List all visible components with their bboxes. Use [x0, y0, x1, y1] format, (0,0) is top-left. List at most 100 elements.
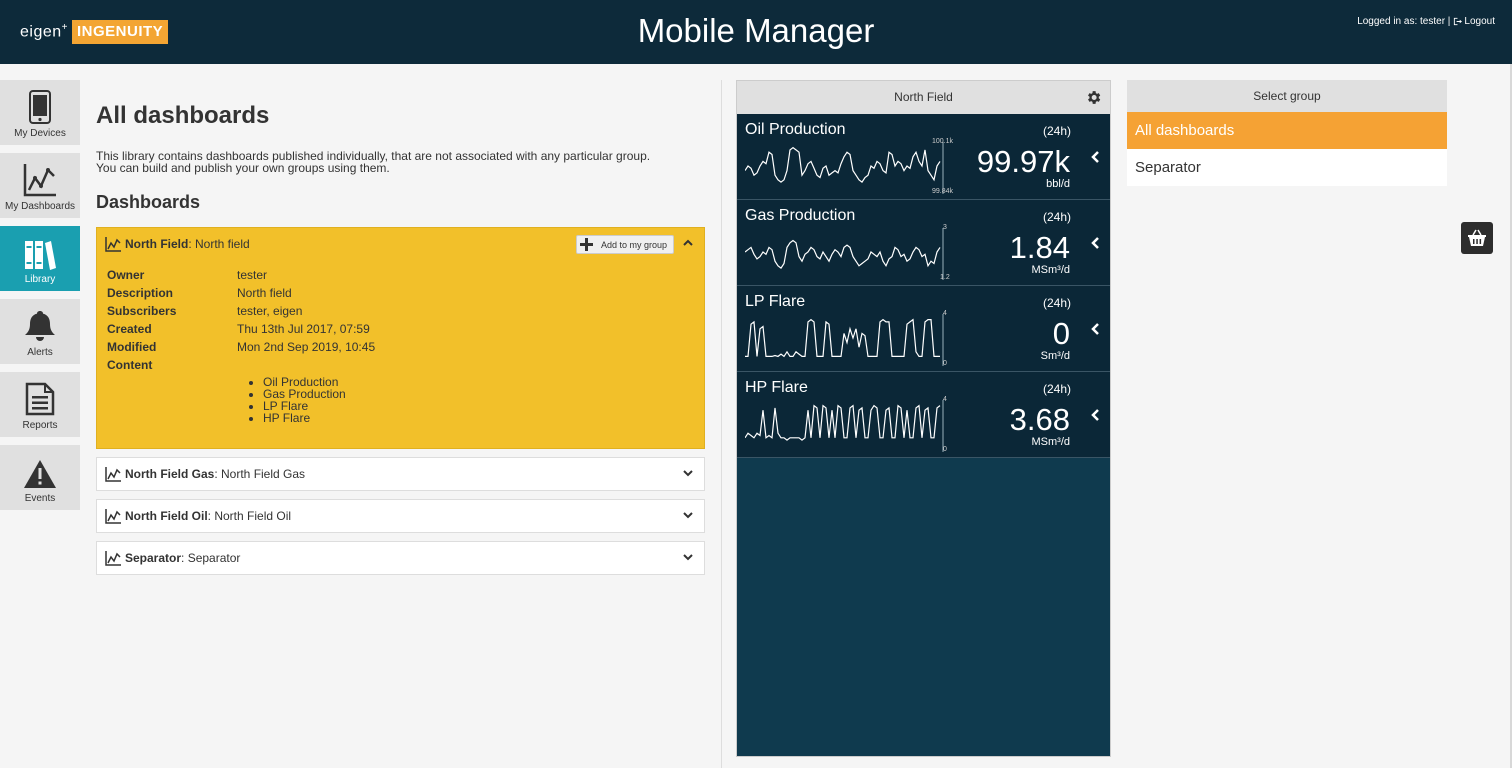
- sidebar-item-label: Reports: [22, 420, 58, 431]
- detail-row: Content: [107, 358, 153, 372]
- chevron-down-icon[interactable]: [682, 509, 694, 521]
- add-button-label: Add to my group: [600, 239, 667, 250]
- preview-header: North Field: [737, 81, 1110, 114]
- group-item-all-dashboards[interactable]: All dashboards: [1127, 112, 1447, 149]
- tick-max: 4: [943, 396, 947, 403]
- dashboard-card-north-field-gas[interactable]: North Field Gas: North Field Gas: [96, 457, 705, 491]
- chevron-up-icon[interactable]: [682, 237, 694, 249]
- tick-min: 1.2: [940, 274, 950, 281]
- sidebar-item-events[interactable]: Events: [0, 445, 80, 510]
- detail-row: Modified Mon 2nd Sep 2019, 10:45: [107, 340, 376, 354]
- tick-max: 4: [943, 310, 947, 317]
- tick-max: 100.1k: [932, 138, 954, 145]
- sidebar-item-alerts[interactable]: Alerts: [0, 299, 80, 364]
- detail-row: Description North field: [107, 286, 292, 300]
- logout-icon: [1454, 17, 1463, 26]
- app-header: eigen+ INGENUITY Mobile Manager Logged i…: [0, 0, 1512, 64]
- widget-period: (24h): [1043, 382, 1072, 396]
- library-description: This library contains dashboards publish…: [96, 149, 651, 175]
- dashboard-details: Owner tester Description North field Subsc…: [97, 260, 704, 448]
- dashboard-card-separator[interactable]: Separator: Separator: [96, 541, 705, 575]
- gear-icon[interactable]: [1085, 89, 1102, 106]
- widget-oil-production[interactable]: Oil Production (24h) 100.1k 99.84k 99.97…: [737, 114, 1110, 200]
- add-to-group-button[interactable]: Add to my group: [575, 235, 674, 254]
- phone-icon: [29, 90, 51, 124]
- sidebar-item-my-devices[interactable]: My Devices: [0, 80, 80, 145]
- sparkline: [745, 228, 944, 280]
- login-info: Logged in as: tester | Logout: [1357, 16, 1495, 27]
- dashboard-card-header[interactable]: North Field: North field Add to my group: [97, 228, 704, 260]
- widget-unit: MSm³/d: [1031, 264, 1071, 276]
- chevron-left-icon[interactable]: [1090, 237, 1100, 249]
- sidebar-item-label: My Devices: [14, 128, 66, 139]
- dashboard-card-header[interactable]: North Field Gas: North Field Gas: [97, 458, 704, 490]
- plus-icon: [579, 238, 593, 251]
- sparkline: [745, 400, 944, 452]
- basket-button[interactable]: [1461, 222, 1493, 254]
- widget-unit: Sm³/d: [1040, 350, 1070, 362]
- list-item: Gas Production: [263, 388, 694, 400]
- widget-title: Gas Production: [745, 207, 856, 224]
- widget-value: 0: [1052, 316, 1070, 351]
- sidebar-nav: My Devices My Dashboards Library Alerts …: [0, 80, 80, 518]
- basket-icon: [1468, 229, 1486, 246]
- sidebar-item-library[interactable]: Library: [0, 226, 80, 291]
- tick-max: 3: [943, 224, 947, 231]
- tick-min: 0: [943, 360, 947, 367]
- chevron-left-icon[interactable]: [1090, 151, 1100, 163]
- dashboard-card-north-field-oil[interactable]: North Field Oil: North Field Oil: [96, 499, 705, 533]
- widget-title: Oil Production: [745, 121, 846, 138]
- group-select-header: Select group: [1127, 80, 1447, 112]
- chevron-left-icon[interactable]: [1090, 323, 1100, 335]
- chevron-down-icon[interactable]: [682, 551, 694, 563]
- line-chart-icon: [105, 550, 121, 566]
- widget-title: HP Flare: [745, 379, 808, 396]
- dashboard-desc: : Separator: [181, 551, 241, 565]
- line-chart-icon: [105, 466, 121, 482]
- line-chart-icon: [105, 236, 121, 252]
- line-chart-icon: [105, 508, 121, 524]
- logout-link[interactable]: Logout: [1453, 16, 1495, 27]
- list-item: HP Flare: [263, 412, 694, 424]
- sidebar-item-label: Library: [24, 274, 56, 285]
- group-item-separator[interactable]: Separator: [1127, 149, 1447, 186]
- sparkline: [745, 142, 944, 194]
- dashboard-desc: : North Field Oil: [207, 509, 292, 523]
- list-item: LP Flare: [263, 400, 694, 412]
- line-chart-icon: [23, 164, 56, 197]
- widget-title: LP Flare: [745, 293, 806, 310]
- dashboard-name: North Field Gas: [125, 467, 215, 481]
- widget-hp-flare[interactable]: HP Flare (24h) 4 0 3.68 MSm³/d: [737, 372, 1110, 458]
- widget-unit: bbl/d: [1046, 178, 1070, 190]
- widget-value: 99.97k: [976, 144, 1070, 179]
- widget-unit: MSm³/d: [1031, 436, 1071, 448]
- tick-min: 0: [943, 446, 947, 453]
- sidebar-item-label: My Dashboards: [4, 201, 76, 212]
- detail-row: Subscribers tester, eigen: [107, 304, 303, 318]
- widget-gas-production[interactable]: Gas Production (24h) 3 1.2 1.84 MSm³/d: [737, 200, 1110, 286]
- sidebar-item-label: Alerts: [27, 347, 53, 358]
- bell-icon: [25, 311, 55, 341]
- dashboard-name: North Field: [125, 237, 189, 251]
- sparkline-path: [745, 318, 940, 358]
- preview-title: North Field: [894, 90, 953, 104]
- widget-lp-flare[interactable]: LP Flare (24h) 4 0 0 Sm³/d: [737, 286, 1110, 372]
- dashboard-card-header[interactable]: Separator: Separator: [97, 542, 704, 574]
- dashboard-card-header[interactable]: North Field Oil: North Field Oil: [97, 500, 704, 532]
- library-panel: All dashboards This library contains das…: [96, 80, 705, 583]
- sparkline: [745, 314, 944, 366]
- content-list: Oil Production Gas Production LP Flare H…: [263, 376, 694, 424]
- app-title: Mobile Manager: [637, 12, 875, 49]
- document-icon: [25, 382, 55, 416]
- chevron-down-icon[interactable]: [682, 467, 694, 479]
- page-title: All dashboards: [96, 102, 270, 129]
- sidebar-item-reports[interactable]: Reports: [0, 372, 80, 437]
- panel-divider: [721, 80, 722, 768]
- chevron-left-icon[interactable]: [1090, 409, 1100, 421]
- books-icon: [25, 241, 56, 270]
- sidebar-item-my-dashboards[interactable]: My Dashboards: [0, 153, 80, 218]
- sparkline-path: [745, 239, 941, 269]
- dashboards-subtitle: Dashboards: [96, 192, 201, 212]
- dashboard-desc: : North field: [188, 237, 250, 251]
- widget-period: (24h): [1043, 124, 1072, 138]
